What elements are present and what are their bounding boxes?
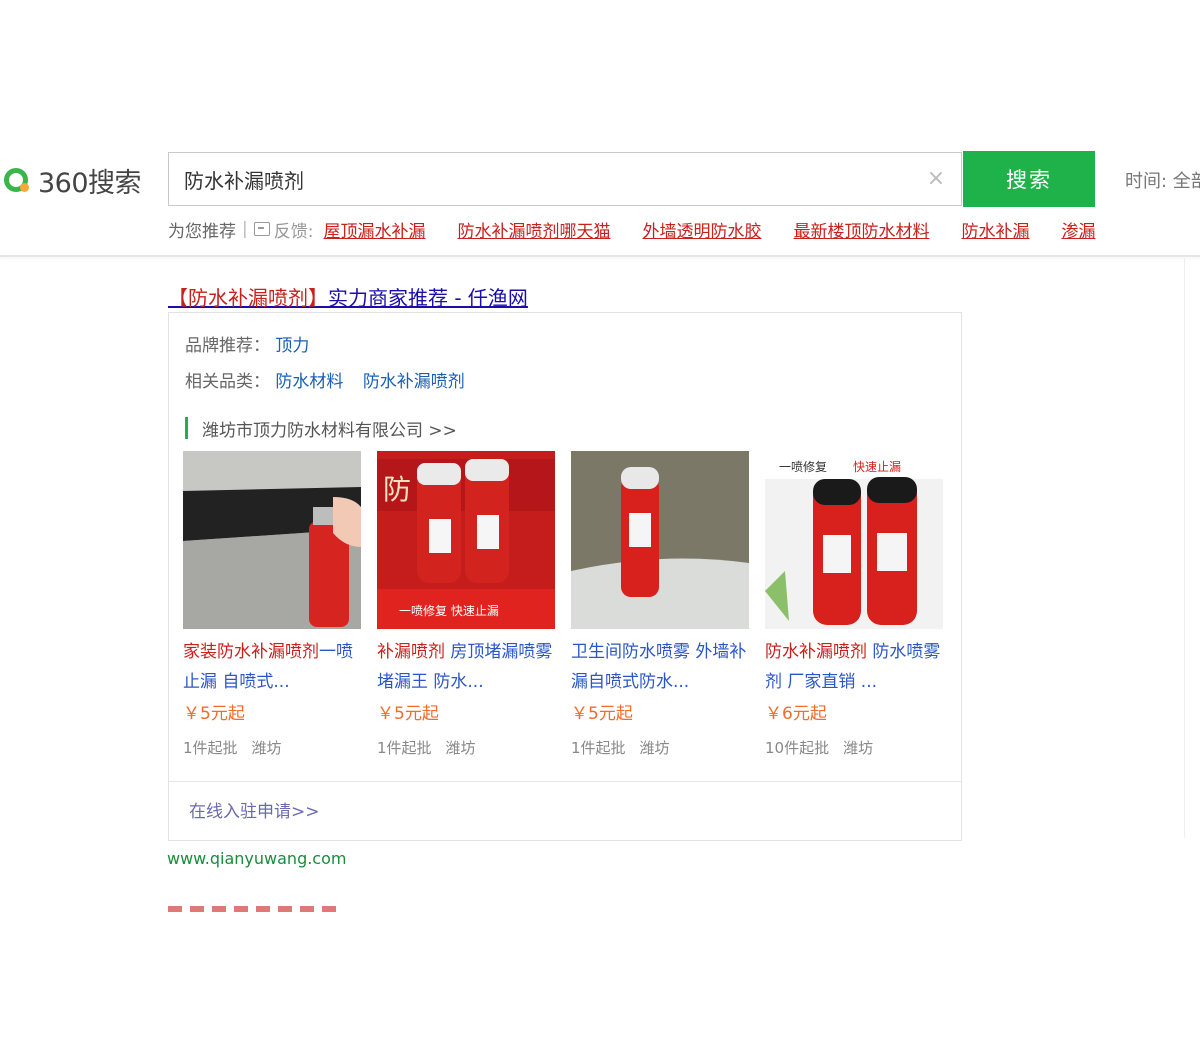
- product-name[interactable]: 防水补漏喷剂 防水喷雾剂 厂家直销 ...: [765, 637, 943, 697]
- product-card[interactable]: 卫生间防水喷雾 外墙补漏自喷式防水... ￥5元起 1件起批 潍坊: [571, 451, 749, 759]
- product-image-text: 一喷修复: [779, 459, 827, 474]
- product-min-order: 10件起批: [765, 739, 830, 757]
- product-card[interactable]: 家装防水补漏喷剂一喷止漏 自喷式... ￥5元起 1件起批 潍坊: [183, 451, 361, 759]
- product-name-highlight: 家装防水补漏喷剂: [183, 642, 319, 662]
- category-row: 相关品类： 防水材料 防水补漏喷剂: [185, 367, 479, 392]
- product-name-highlight: 补漏喷剂: [377, 642, 445, 662]
- next-result-title-fragment: [168, 906, 338, 912]
- card-divider: [169, 781, 961, 782]
- product-price: ￥6元起: [765, 704, 827, 724]
- result-url: www.qianyuwang.com: [167, 849, 347, 868]
- product-image[interactable]: 一喷修复 快速止漏: [765, 451, 943, 629]
- category-label: 相关品类：: [185, 372, 270, 392]
- product-card[interactable]: 一喷修复 快速止漏 防水补漏喷剂 防水喷雾剂 厂家直销 ... ￥6元起 10件…: [765, 451, 943, 759]
- product-location: 潍坊: [445, 739, 476, 757]
- product-meta: 1件起批 潍坊: [377, 737, 555, 759]
- search-button[interactable]: 搜索: [963, 151, 1095, 207]
- product-image[interactable]: [183, 451, 361, 629]
- search-box: ×: [168, 152, 962, 206]
- clear-icon[interactable]: ×: [925, 168, 947, 190]
- product-name[interactable]: 补漏喷剂 房顶堵漏喷雾堵漏王 防水...: [377, 637, 555, 697]
- suggestion-link[interactable]: 屋顶漏水补漏: [323, 217, 425, 242]
- product-location: 潍坊: [843, 739, 874, 757]
- suggestion-link[interactable]: 防水补漏喷剂哪天猫: [457, 217, 610, 242]
- column-divider: [1184, 258, 1185, 838]
- suggestion-link[interactable]: 防水补漏: [961, 217, 1029, 242]
- product-min-order: 1件起批: [571, 739, 626, 757]
- logo-icon: [4, 168, 29, 192]
- product-price: ￥5元起: [571, 704, 633, 724]
- product-name-highlight: 防水补漏喷剂: [765, 642, 867, 662]
- suggestion-row: 为您推荐 | 反馈: 屋顶漏水补漏 防水补漏喷剂哪天猫 外墙透明防水胶 最新楼顶…: [168, 217, 1127, 242]
- result-title-highlight: 【防水补漏喷剂】: [168, 286, 328, 310]
- category-link[interactable]: 防水补漏喷剂: [363, 372, 465, 392]
- product-image[interactable]: [571, 451, 749, 629]
- product-name[interactable]: 卫生间防水喷雾 外墙补漏自喷式防水...: [571, 637, 749, 697]
- company-accent-bar: [185, 417, 188, 439]
- suggestion-label: 为您推荐: [168, 221, 236, 242]
- product-min-order: 1件起批: [377, 739, 432, 757]
- product-name-text: 卫生间防水喷雾 外墙补漏自喷式防水...: [571, 642, 747, 692]
- product-location: 潍坊: [639, 739, 670, 757]
- product-card[interactable]: 防 剂 一喷修复 快速止漏 补漏喷剂 房顶堵漏喷雾堵漏王 防水... ￥5元起 …: [377, 451, 555, 759]
- feedback-link[interactable]: 反馈:: [274, 217, 314, 242]
- time-filter[interactable]: 时间: 全部: [1125, 167, 1200, 193]
- suggestion-separator: |: [242, 219, 248, 239]
- brand-label: 品牌推荐：: [185, 336, 270, 356]
- suggestion-link[interactable]: 最新楼顶防水材料: [793, 217, 929, 242]
- brand-link[interactable]: 顶力: [275, 336, 309, 356]
- product-meta: 1件起批 潍坊: [183, 737, 361, 759]
- product-location: 潍坊: [251, 739, 282, 757]
- product-price: ￥5元起: [183, 704, 245, 724]
- company-link[interactable]: 潍坊市顶力防水材料有限公司 >>: [185, 416, 457, 441]
- product-name[interactable]: 家装防水补漏喷剂一喷止漏 自喷式...: [183, 637, 361, 697]
- product-list: 家装防水补漏喷剂一喷止漏 自喷式... ￥5元起 1件起批 潍坊 防 剂 一喷修复…: [183, 451, 959, 759]
- search-input[interactable]: [169, 153, 909, 205]
- product-image-text: 快速止漏: [853, 460, 901, 474]
- feedback-icon[interactable]: [253, 222, 270, 236]
- category-link[interactable]: 防水材料: [275, 372, 343, 392]
- product-meta: 1件起批 潍坊: [571, 737, 749, 759]
- product-price: ￥5元起: [377, 704, 439, 724]
- product-image-text: 一喷修复 快速止漏: [399, 603, 499, 618]
- product-meta: 10件起批 潍坊: [765, 737, 943, 759]
- suggestion-link[interactable]: 外墙透明防水胶: [642, 217, 761, 242]
- result-title-link[interactable]: 【防水补漏喷剂】实力商家推荐 - 仟渔网: [168, 282, 528, 311]
- brand-row: 品牌推荐： 顶力: [185, 331, 323, 356]
- result-title-text: 实力商家推荐 - 仟渔网: [328, 286, 528, 310]
- product-min-order: 1件起批: [183, 739, 238, 757]
- product-image[interactable]: 防 剂 一喷修复 快速止漏: [377, 451, 555, 629]
- search-header: 360搜索 × 搜索 时间: 全部 为您推荐 | 反馈: 屋顶漏水补漏 防水补漏…: [0, 0, 1200, 257]
- logo-text: 360搜索: [38, 167, 142, 199]
- result-card: 品牌推荐： 顶力 相关品类： 防水材料 防水补漏喷剂 潍坊市顶力防水材料有限公司…: [168, 312, 962, 841]
- apply-link[interactable]: 在线入驻申请>>: [189, 797, 320, 822]
- logo[interactable]: 360搜索: [4, 162, 142, 199]
- company-name: 潍坊市顶力防水材料有限公司 >>: [202, 420, 457, 441]
- suggestion-link[interactable]: 渗漏: [1061, 217, 1095, 242]
